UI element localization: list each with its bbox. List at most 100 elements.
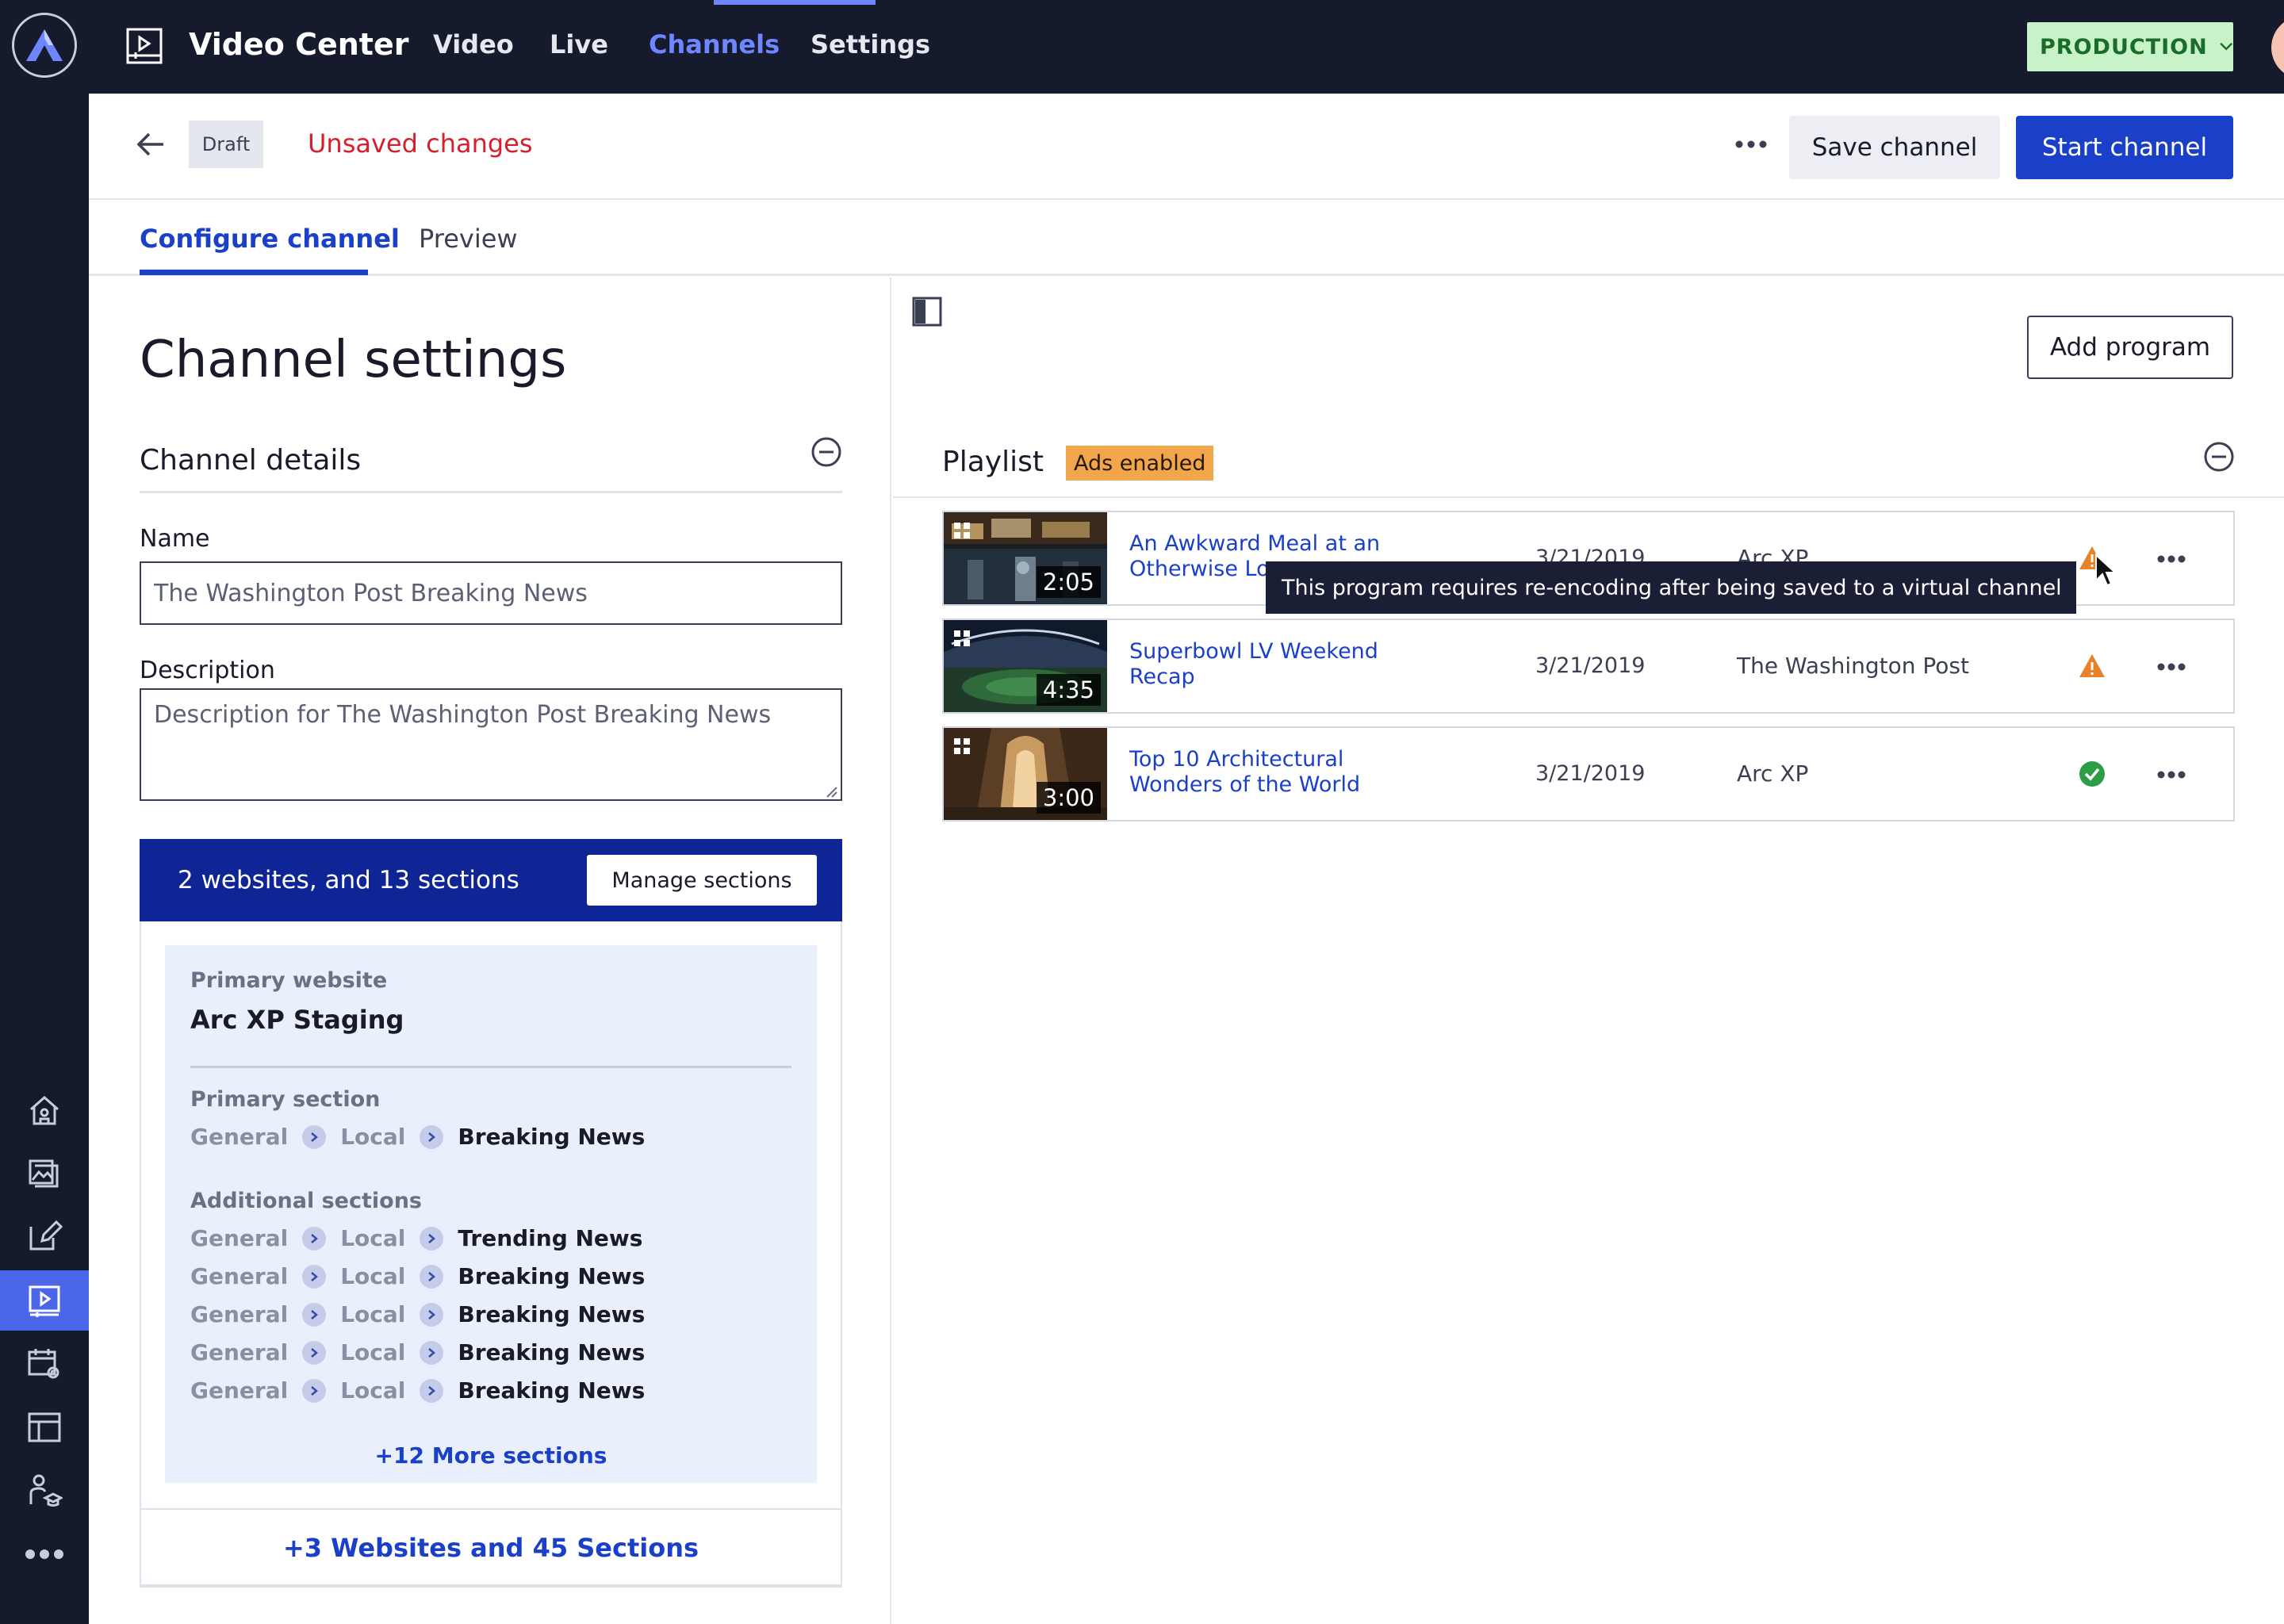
- crumb: Local: [340, 1339, 406, 1365]
- crumb: Local: [340, 1225, 406, 1251]
- playlist-panel: Add program Playlist Ads enabled 2:05 An…: [893, 278, 2284, 1624]
- sites-summary-text: 2 websites, and 13 sections: [178, 866, 519, 894]
- arc-logo-icon[interactable]: [12, 13, 77, 78]
- program-owner: The Washington Post: [1737, 653, 1970, 679]
- nav-channels[interactable]: Channels: [649, 24, 780, 65]
- layout-icon[interactable]: [0, 1397, 89, 1457]
- manage-sections-button[interactable]: Manage sections: [587, 855, 817, 906]
- playlist-title: Playlist: [942, 446, 1044, 478]
- section-title: Channel details: [140, 444, 362, 477]
- playlist-row[interactable]: 3:00 Top 10 Architectural Wonders of the…: [942, 726, 2235, 822]
- tab-configure-channel[interactable]: Configure channel: [140, 220, 400, 257]
- resize-handle-icon[interactable]: [825, 785, 837, 798]
- sidebar-toggle-icon[interactable]: [912, 297, 942, 327]
- chevron-right-icon: [302, 1341, 327, 1365]
- video-icon[interactable]: [0, 1270, 89, 1331]
- video-thumbnail: 2:05: [944, 512, 1107, 604]
- unsaved-changes-text: Unsaved changes: [308, 128, 533, 159]
- environment-selector[interactable]: PRODUCTION: [2027, 22, 2233, 71]
- nav-active-indicator: [714, 0, 876, 5]
- start-channel-button[interactable]: Start channel: [2016, 116, 2233, 179]
- drag-handle-icon[interactable]: [953, 522, 971, 539]
- video-thumbnail: 3:00: [944, 728, 1107, 820]
- save-channel-button[interactable]: Save channel: [1789, 116, 2000, 179]
- video-duration: 2:05: [1036, 566, 1101, 598]
- crumb: Local: [340, 1124, 406, 1150]
- nav-settings[interactable]: Settings: [811, 24, 930, 65]
- drag-handle-icon[interactable]: [953, 630, 971, 647]
- crumb: Breaking News: [458, 1263, 646, 1289]
- tab-bar: Configure channel Preview: [89, 200, 2284, 276]
- row-more-icon[interactable]: [2154, 763, 2189, 787]
- name-field[interactable]: [140, 561, 842, 625]
- crumb: Local: [340, 1263, 406, 1289]
- collapse-icon[interactable]: [2203, 441, 2235, 473]
- program-date: 3/21/2019: [1535, 761, 1646, 786]
- nav-video[interactable]: Video: [433, 24, 514, 65]
- program-title-link[interactable]: Superbowl LV Weekend Recap: [1129, 639, 1399, 690]
- environment-label: PRODUCTION: [2040, 34, 2208, 59]
- more-websites-link[interactable]: +3 Websites and 45 Sections: [283, 1533, 699, 1563]
- divider: [190, 1066, 791, 1068]
- chevron-right-icon: [420, 1303, 444, 1327]
- video-center-icon: [125, 27, 163, 65]
- chevron-right-icon: [302, 1227, 327, 1251]
- gallery-icon[interactable]: [0, 1142, 89, 1202]
- additional-sections-label: Additional sections: [190, 1189, 423, 1213]
- edit-icon[interactable]: [0, 1205, 89, 1266]
- tab-active-indicator: [140, 270, 368, 275]
- crumb: Local: [340, 1377, 406, 1404]
- app-title: Video Center: [189, 27, 409, 62]
- chevron-right-icon: [420, 1379, 444, 1403]
- nav-live[interactable]: Live: [550, 24, 608, 65]
- back-arrow-icon[interactable]: [133, 127, 168, 162]
- row-more-icon[interactable]: [2154, 547, 2189, 571]
- playlist-header: Playlist Ads enabled: [893, 436, 2284, 498]
- user-avatar[interactable]: MT: [2271, 16, 2284, 79]
- tab-preview[interactable]: Preview: [419, 220, 518, 257]
- top-navigation: Video Center Video Live Channels Setting…: [89, 0, 2284, 94]
- sites-container: Primary website Arc XP Staging Primary s…: [140, 921, 842, 1586]
- primary-section-breadcrumb: General Local Breaking News: [190, 1121, 645, 1153]
- program-owner: Arc XP: [1737, 760, 1809, 787]
- user-school-icon[interactable]: [0, 1461, 89, 1521]
- primary-section-label: Primary section: [190, 1087, 381, 1112]
- crumb: Breaking News: [458, 1124, 646, 1150]
- more-websites-container: +3 Websites and 45 Sections: [140, 1508, 842, 1588]
- channel-settings-panel: Channel settings Channel details Name De…: [89, 278, 891, 1624]
- crumb: General: [190, 1301, 289, 1327]
- action-bar: Draft Unsaved changes Save channel Start…: [89, 94, 2284, 200]
- schedule-settings-icon[interactable]: [0, 1334, 89, 1394]
- status-badge: Draft: [189, 121, 263, 168]
- more-options-icon[interactable]: [1726, 128, 1776, 160]
- chevron-right-icon: [302, 1265, 327, 1289]
- crumb: Breaking News: [458, 1339, 646, 1365]
- crumb: Breaking News: [458, 1301, 646, 1327]
- crumb: General: [190, 1124, 289, 1150]
- chevron-right-icon: [302, 1303, 327, 1327]
- home-icon[interactable]: [0, 1080, 89, 1140]
- collapse-icon[interactable]: [811, 436, 842, 468]
- name-label: Name: [140, 525, 210, 553]
- crumb: General: [190, 1377, 289, 1404]
- warning-icon[interactable]: [2078, 652, 2106, 680]
- video-thumbnail: 4:35: [944, 620, 1107, 712]
- row-more-icon[interactable]: [2154, 655, 2189, 679]
- playlist-row[interactable]: 4:35 Superbowl LV Weekend Recap 3/21/201…: [942, 619, 2235, 714]
- add-program-button[interactable]: Add program: [2027, 316, 2233, 379]
- drag-handle-icon[interactable]: [953, 737, 971, 755]
- more-icon[interactable]: [0, 1524, 89, 1584]
- section-breadcrumb: General Local Trending News: [190, 1223, 642, 1254]
- more-sections-link[interactable]: +12 More sections: [165, 1440, 817, 1472]
- primary-website-label: Primary website: [190, 968, 388, 993]
- description-label: Description: [140, 657, 275, 684]
- chevron-right-icon: [302, 1125, 327, 1149]
- section-breadcrumb: General Local Breaking News: [190, 1337, 645, 1369]
- mouse-cursor-icon: [2094, 553, 2117, 588]
- crumb: Breaking News: [458, 1377, 646, 1404]
- crumb: Trending News: [458, 1225, 643, 1251]
- chevron-down-icon: [2219, 42, 2232, 51]
- program-title-link[interactable]: Top 10 Architectural Wonders of the Worl…: [1129, 747, 1399, 798]
- description-field[interactable]: Description for The Washington Post Brea…: [140, 688, 842, 801]
- crumb: General: [190, 1225, 289, 1251]
